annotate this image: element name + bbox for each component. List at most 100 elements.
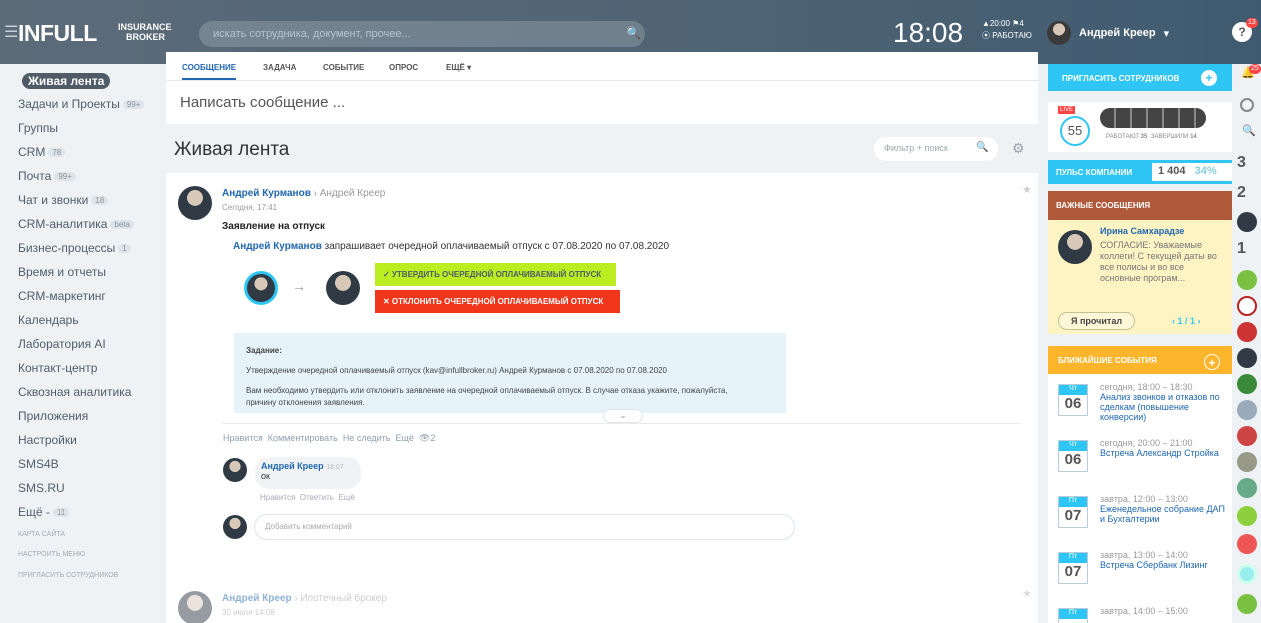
search-input[interactable] — [199, 21, 645, 47]
clock[interactable]: 18:08 — [893, 17, 963, 49]
sidebar-item[interactable]: Контакт-центр — [18, 361, 97, 375]
timer-icon[interactable] — [1240, 98, 1254, 112]
tab-message[interactable]: СООБЩЕНИЕ — [182, 63, 237, 80]
company-pulse[interactable]: ПУЛЬС КОМПАНИИ 1 404 34% — [1048, 160, 1232, 184]
tab-event[interactable]: СОБЫТИЕ — [323, 63, 364, 72]
approver-avatar — [326, 271, 360, 305]
configure-menu-link[interactable]: НАСТРОИТЬ МЕНЮ — [18, 551, 85, 558]
sidebar-item[interactable]: Группы — [18, 121, 58, 135]
bell-badge: 25 — [1249, 64, 1261, 74]
avatar — [223, 515, 247, 539]
star-icon[interactable]: ★ — [1022, 183, 1032, 196]
post-title: Заявление на отпуск — [222, 221, 326, 232]
sidebar-item-label: Почта — [18, 169, 52, 183]
sidebar-item[interactable]: Задачи и Проекты 99+ — [18, 97, 145, 111]
message-text[interactable]: СОГЛАСИЕ: Уважаемые коллеги! С текущей д… — [1100, 240, 1224, 284]
avatar[interactable] — [1237, 426, 1257, 446]
comment-link[interactable]: Комментировать — [268, 433, 338, 443]
read-button[interactable]: Я прочитал — [1058, 312, 1136, 330]
event-time: сегодня, 20:00 – 21:00 — [1100, 438, 1193, 448]
message-input[interactable]: Написать сообщение ... — [180, 94, 345, 111]
sitemap-link[interactable]: КАРТА САЙТА — [18, 531, 65, 538]
counter-3[interactable]: 3 — [1237, 154, 1246, 172]
avatar[interactable] — [1237, 374, 1257, 394]
pager[interactable]: ‹ 1 / 1 › — [1172, 316, 1201, 326]
comment-like-link[interactable]: Нравится — [260, 493, 295, 502]
event-text: завтра, 13:00 – 14:00 Встреча Сбербанк Ли… — [1100, 550, 1226, 570]
sidebar-item[interactable]: Время и отчеты — [18, 265, 106, 279]
workday-status[interactable]: ▲20:00 ⚑4 ⦿ РАБОТАЮ — [982, 18, 1032, 42]
avatar[interactable] — [1237, 534, 1257, 554]
sidebar-item[interactable]: Почта 99+ — [18, 169, 76, 183]
sidebar-item-label: Задачи и Проекты — [18, 97, 120, 111]
logo[interactable]: INFULL — [18, 20, 97, 47]
message-author[interactable]: Ирина Самхарадзе — [1100, 226, 1184, 236]
tab-task[interactable]: ЗАДАЧА — [263, 63, 296, 72]
calendar-icon: Чт 06 — [1058, 440, 1088, 472]
plus-icon[interactable]: + — [1204, 354, 1220, 370]
events-list: Чт 06 сегодня, 18:00 – 18:30 Анализ звонков… — [1048, 374, 1232, 623]
star-icon[interactable]: ★ — [1022, 587, 1032, 600]
sidebar-item[interactable]: CRM 78 — [18, 145, 66, 159]
menu-icon[interactable]: ☰ — [4, 22, 18, 42]
sidebar-item-label: CRM-аналитика — [18, 217, 108, 231]
avatar[interactable] — [1237, 452, 1257, 472]
sidebar-item[interactable]: Бизнес-процессы 1 — [18, 241, 131, 255]
tab-poll[interactable]: ОПРОС — [389, 63, 418, 72]
sidebar-item[interactable]: Чат и звонки 18 — [18, 193, 109, 207]
avatar[interactable] — [1237, 400, 1257, 420]
avatar[interactable] — [1237, 270, 1257, 290]
counter-1[interactable]: 1 — [1237, 240, 1246, 258]
comment-author[interactable]: Андрей Креер — [261, 461, 324, 471]
sidebar-item[interactable]: Лаборатория AI — [18, 337, 106, 351]
calendar-icon: Пт — [1058, 608, 1088, 623]
sidebar-item[interactable]: CRM-аналитика beta — [18, 217, 134, 231]
avatar[interactable] — [178, 591, 212, 623]
avatar[interactable] — [1237, 506, 1257, 526]
recipient-link[interactable]: Андрей Креер — [320, 188, 386, 199]
avatar[interactable] — [1237, 348, 1257, 368]
avatar[interactable] — [1237, 478, 1257, 498]
avatar[interactable] — [1237, 322, 1257, 342]
counter-2[interactable]: 2 — [1237, 184, 1246, 202]
sidebar-item[interactable]: SMS4B — [18, 457, 59, 471]
sidebar-item[interactable]: Сквозная аналитика — [18, 385, 131, 399]
sidebar-item[interactable]: Приложения — [18, 409, 88, 423]
sidebar-item[interactable]: Календарь — [18, 313, 79, 327]
plus-icon[interactable]: + — [1201, 70, 1217, 86]
gear-icon[interactable]: ⚙ — [1012, 140, 1025, 157]
sidebar-item[interactable]: Настройки — [18, 433, 77, 447]
right-rail: 🔔 25 🔍 3 2 1 — [1233, 64, 1261, 623]
comment-text: ок — [261, 471, 270, 481]
author-link[interactable]: Андрей Курманов — [222, 188, 311, 199]
search-icon[interactable]: 🔍 — [1242, 124, 1256, 137]
avatar[interactable] — [1237, 212, 1257, 232]
sidebar-item[interactable]: Ещё -11 — [18, 505, 70, 519]
comment-actions: Нравится Ответить Ещё — [260, 493, 355, 502]
invite-link[interactable]: ПРИГЛАСИТЬ СОТРУДНИКОВ — [18, 572, 118, 579]
approve-button[interactable]: ✓ УТВЕРДИТЬ ОЧЕРЕДНОЙ ОПЛАЧИВАЕМЫЙ ОТПУС… — [375, 263, 616, 286]
phone-icon[interactable] — [1237, 594, 1257, 614]
unfollow-link[interactable]: Не следить — [343, 433, 391, 443]
avatar[interactable] — [178, 186, 212, 220]
comment-reply-link[interactable]: Ответить — [300, 493, 334, 502]
composer: СООБЩЕНИЕ ЗАДАЧА СОБЫТИЕ ОПРОС ЕЩЁ ▾ Нап… — [166, 52, 1038, 124]
avatar[interactable] — [223, 458, 247, 482]
like-link[interactable]: Нравится — [223, 433, 263, 443]
reject-button[interactable]: ✕ ОТКЛОНИТЬ ОЧЕРЕДНОЙ ОПЛАЧИВАЕМЫЙ ОТПУС… — [375, 290, 620, 313]
search-icon[interactable]: 🔍 — [626, 26, 641, 40]
avatar[interactable] — [1237, 296, 1257, 316]
sidebar-item[interactable]: Живая лента — [22, 73, 111, 89]
sidebar-item[interactable]: SMS.RU — [18, 481, 65, 495]
expand-button[interactable]: ⌄ — [603, 409, 643, 423]
user-menu[interactable]: Андрей Креер ▾ — [1047, 20, 1169, 46]
search-icon[interactable]: 🔍 — [976, 142, 988, 153]
avatar[interactable] — [1237, 564, 1257, 584]
add-comment-input[interactable]: Добавить комментарий — [254, 514, 795, 540]
sidebar-item-label: SMS4B — [18, 457, 59, 471]
tab-more[interactable]: ЕЩЁ ▾ — [446, 63, 471, 72]
more-link[interactable]: Ещё — [395, 433, 413, 443]
comment-more-link[interactable]: Ещё — [338, 493, 354, 502]
online-widget[interactable]: LIVE 55 РАБОТАЮТ 35 ЗАВЕРШИЛИ 14 — [1048, 102, 1232, 152]
sidebar-item[interactable]: CRM-маркетинг — [18, 289, 106, 303]
